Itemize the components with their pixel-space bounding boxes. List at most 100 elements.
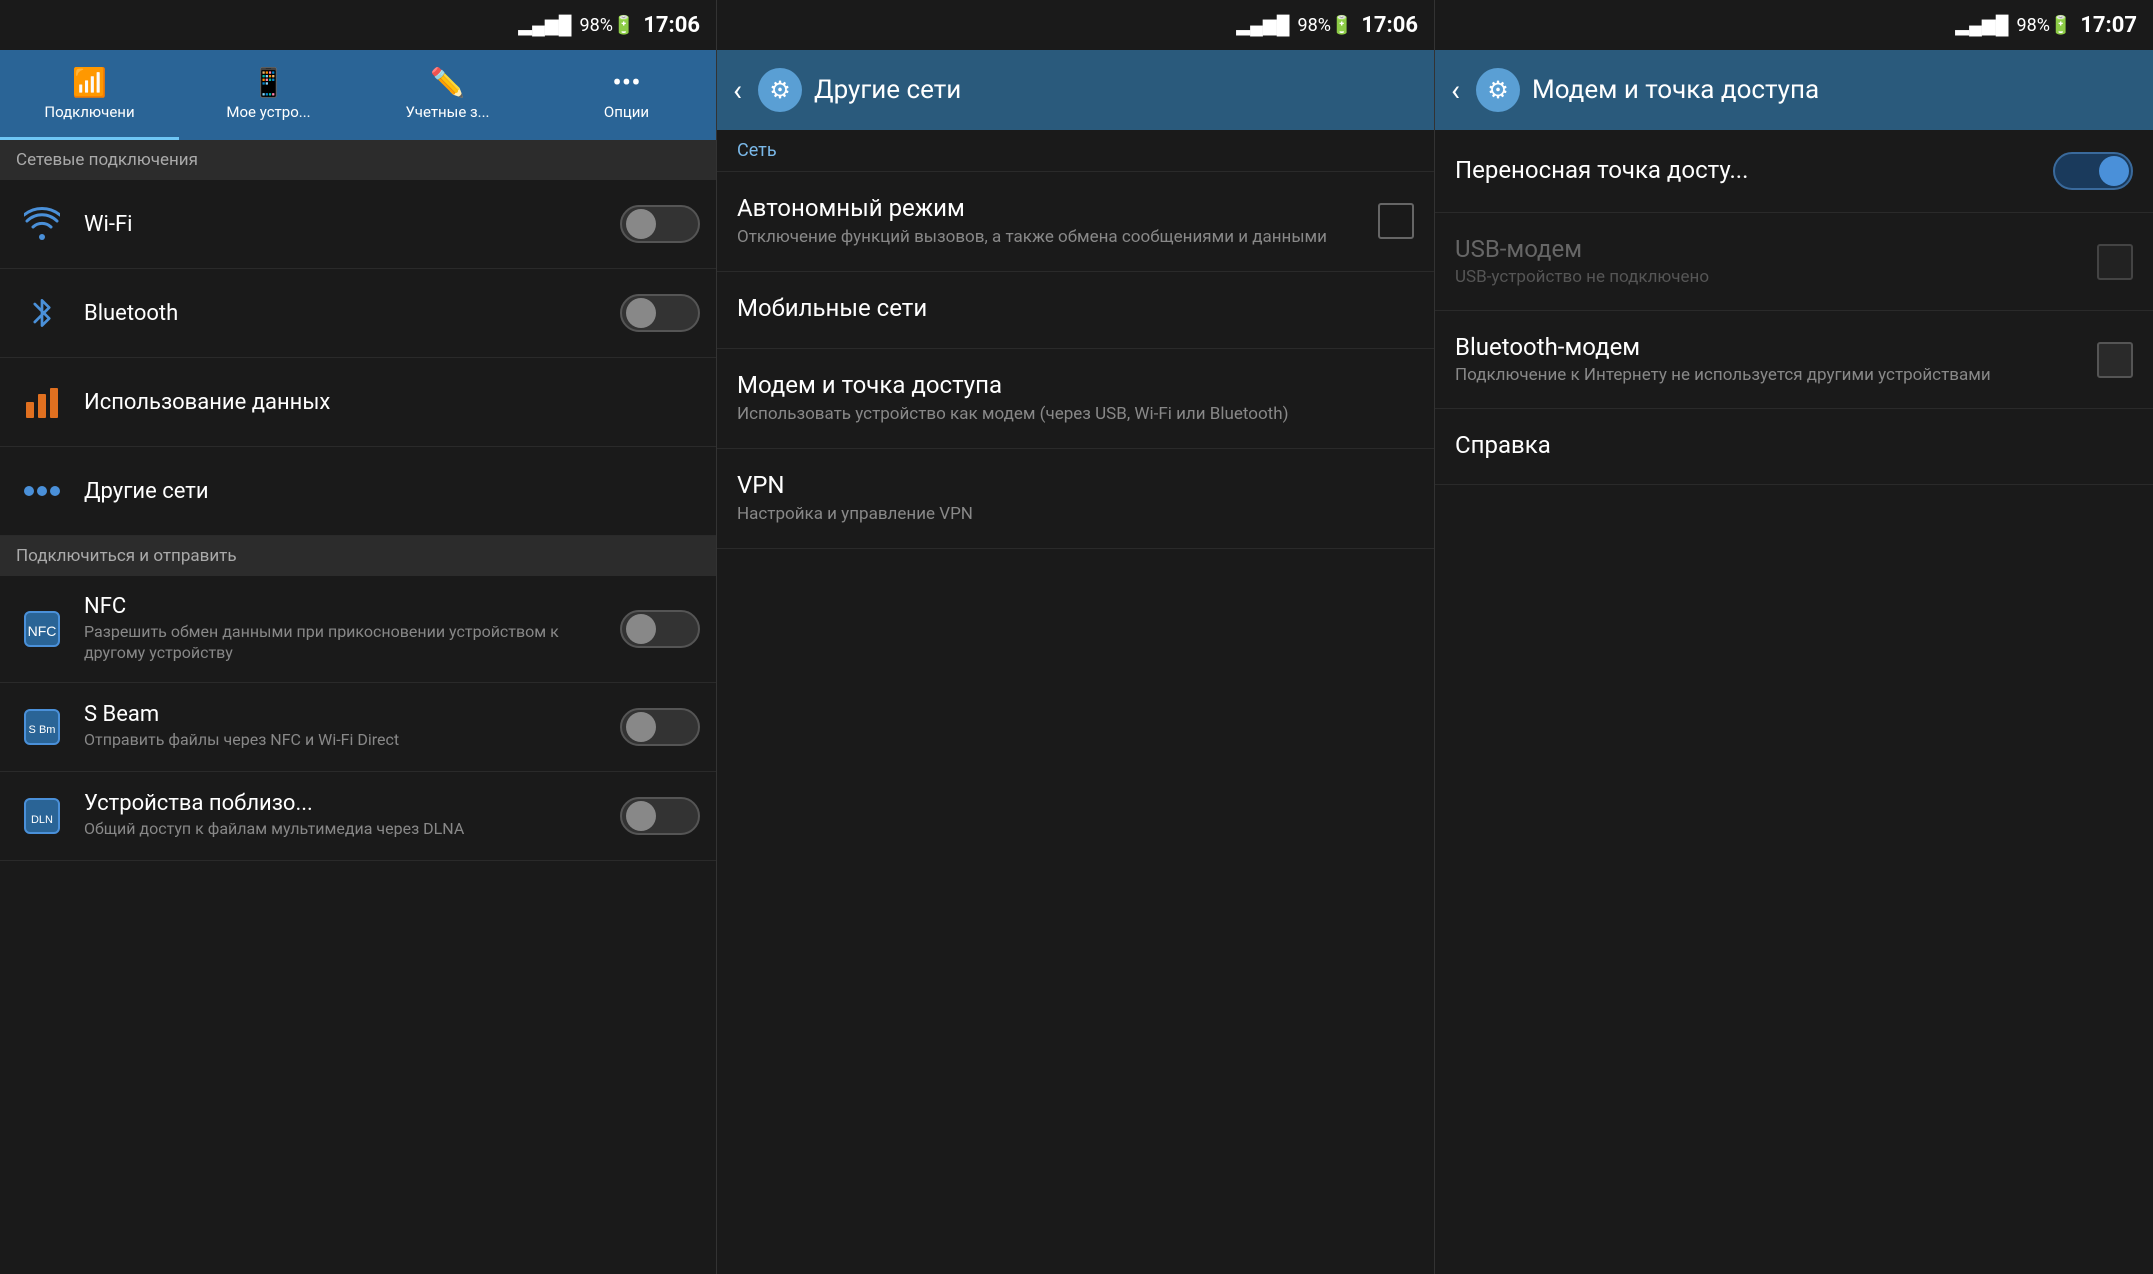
tab-options-icon: ••• <box>612 66 640 99</box>
bluetooth-toggle[interactable] <box>620 294 700 332</box>
usb-modem-title: USB-модем <box>1455 235 2085 263</box>
back-button-right[interactable]: ‹ <box>1451 73 1460 108</box>
nearby-text: Устройства поблизо... Общий доступ к фай… <box>84 791 608 840</box>
net-item-autonomous[interactable]: Автономный режим Отключение функций вызо… <box>717 172 1434 272</box>
tab-options[interactable]: ••• Опции <box>537 50 716 140</box>
settings-item-nfc[interactable]: NFC NFC Разрешить обмен данными при прик… <box>0 576 716 683</box>
modem-hotspot-text: Модем и точка доступа Использовать устро… <box>737 371 1414 426</box>
status-bar-left: ▂▄▆█ 98%🔋 17:06 <box>0 0 716 50</box>
portable-hotspot-title: Переносная точка досту... <box>1455 156 2053 184</box>
wifi-toggle[interactable] <box>620 205 700 243</box>
modem-item-bluetooth[interactable]: Bluetooth-модем Подключение к Интернету … <box>1435 311 2153 409</box>
modem-item-help[interactable]: Справка <box>1435 409 2153 485</box>
settings-item-sbeam[interactable]: S Bm S Beam Отправить файлы через NFC и … <box>0 683 716 772</box>
tab-connections[interactable]: 📶 Подключени <box>0 50 179 140</box>
svg-text:S Bm: S Bm <box>29 724 56 736</box>
middle-panel: ▂▄▆█ 98%🔋 17:06 ‹ ⚙ Другие сети Сеть Авт… <box>717 0 1435 1274</box>
usb-modem-checkbox[interactable] <box>2097 244 2133 280</box>
vpn-subtitle: Настройка и управление VPN <box>737 503 1414 526</box>
tab-connections-label: Подключени <box>44 103 134 121</box>
gear-icon-right: ⚙ <box>1476 68 1520 112</box>
bluetooth-label: Bluetooth <box>84 301 608 326</box>
help-title: Справка <box>1455 431 2133 459</box>
svg-text:DLN: DLN <box>31 814 53 826</box>
left-panel: ▂▄▆█ 98%🔋 17:06 📶 Подключени 📱 Мое устро… <box>0 0 717 1274</box>
data-usage-label: Использование данных <box>84 390 700 415</box>
modem-hotspot-title: Модем и точка доступа <box>737 371 1414 399</box>
section-network: Сетевые подключения <box>0 140 716 180</box>
tab-accounts-icon: ✏️ <box>430 66 465 99</box>
topbar-middle: ‹ ⚙ Другие сети <box>717 50 1434 130</box>
sbeam-icon: S Bm <box>16 701 68 753</box>
tab-accounts[interactable]: ✏️ Учетные з... <box>358 50 537 140</box>
modem-item-usb[interactable]: USB-модем USB-устройство не подключено <box>1435 213 2153 311</box>
modem-item-portable-hotspot[interactable]: Переносная точка досту... <box>1435 130 2153 213</box>
bluetooth-modem-title: Bluetooth-модем <box>1455 333 2085 361</box>
right-panel: ▂▄▆█ 98%🔋 17:07 ‹ ⚙ Модем и точка доступ… <box>1435 0 2153 1274</box>
bluetooth-modem-checkbox[interactable] <box>2097 342 2133 378</box>
svg-text:NFC: NFC <box>28 623 57 639</box>
tab-bar-left: 📶 Подключени 📱 Мое устро... ✏️ Учетные з… <box>0 50 716 140</box>
other-networks-text: Другие сети <box>84 479 700 504</box>
nfc-toggle[interactable] <box>620 610 700 648</box>
tab-my-device[interactable]: 📱 Мое устро... <box>179 50 358 140</box>
battery-right: 98%🔋 <box>2016 15 2072 36</box>
battery-middle: 98%🔋 <box>1297 15 1353 36</box>
settings-item-other-networks[interactable]: Другие сети <box>0 447 716 536</box>
battery-left: 98%🔋 <box>579 15 635 36</box>
usb-modem-text: USB-модем USB-устройство не подключено <box>1455 235 2085 288</box>
settings-item-data-usage[interactable]: Использование данных <box>0 358 716 447</box>
autonomous-checkbox[interactable] <box>1378 203 1414 239</box>
net-item-mobile[interactable]: Мобильные сети <box>717 272 1434 349</box>
net-item-vpn[interactable]: VPN Настройка и управление VPN <box>717 449 1434 549</box>
wifi-text: Wi-Fi <box>84 212 608 237</box>
wifi-label: Wi-Fi <box>84 212 608 237</box>
mobile-title: Мобильные сети <box>737 294 1414 322</box>
bluetooth-modem-text: Bluetooth-модем Подключение к Интернету … <box>1455 333 2085 386</box>
signal-icon-right: ▂▄▆█ <box>1955 15 2008 36</box>
autonomous-title: Автономный режим <box>737 194 1366 222</box>
topbar-right: ‹ ⚙ Модем и точка доступа <box>1435 50 2153 130</box>
net-section-label: Сеть <box>717 130 1434 172</box>
wifi-icon <box>16 198 68 250</box>
vpn-text: VPN Настройка и управление VPN <box>737 471 1414 526</box>
net-item-modem-hotspot[interactable]: Модем и точка доступа Использовать устро… <box>717 349 1434 449</box>
section-connect: Подключиться и отправить <box>0 536 716 576</box>
other-networks-icon <box>16 465 68 517</box>
settings-item-bluetooth[interactable]: Bluetooth <box>0 269 716 358</box>
tab-options-label: Опции <box>604 103 649 121</box>
sbeam-toggle[interactable] <box>620 708 700 746</box>
tab-mydevice-icon: 📱 <box>251 66 286 99</box>
page-title-middle: Другие сети <box>814 75 961 105</box>
tab-mydevice-label: Мое устро... <box>226 103 310 121</box>
nfc-icon: NFC <box>16 603 68 655</box>
back-button-middle[interactable]: ‹ <box>733 73 742 108</box>
sbeam-text: S Beam Отправить файлы через NFC и Wi-Fi… <box>84 702 608 751</box>
signal-icon-middle: ▂▄▆█ <box>1236 15 1289 36</box>
portable-hotspot-text: Переносная точка досту... <box>1455 156 2053 187</box>
mobile-text: Мобильные сети <box>737 294 1414 326</box>
nearby-toggle[interactable] <box>620 797 700 835</box>
tab-accounts-label: Учетные з... <box>406 103 490 121</box>
signal-icon-left: ▂▄▆█ <box>518 15 571 36</box>
nfc-text: NFC Разрешить обмен данными при прикосно… <box>84 594 608 664</box>
sbeam-subtitle: Отправить файлы через NFC и Wi-Fi Direct <box>84 730 608 751</box>
settings-item-wifi[interactable]: Wi-Fi <box>0 180 716 269</box>
bluetooth-modem-subtitle: Подключение к Интернету не используется … <box>1455 364 2085 386</box>
nearby-subtitle: Общий доступ к файлам мультимедиа через … <box>84 819 608 840</box>
time-middle: 17:06 <box>1361 13 1418 38</box>
bluetooth-icon <box>16 287 68 339</box>
settings-item-nearby[interactable]: DLN Устройства поблизо... Общий доступ к… <box>0 772 716 861</box>
portable-hotspot-toggle[interactable] <box>2053 152 2133 190</box>
modem-hotspot-subtitle: Использовать устройство как модем (через… <box>737 403 1414 426</box>
data-usage-text: Использование данных <box>84 390 700 415</box>
gear-icon-middle: ⚙ <box>758 68 802 112</box>
bluetooth-text: Bluetooth <box>84 301 608 326</box>
nearby-label: Устройства поблизо... <box>84 791 608 816</box>
vpn-title: VPN <box>737 471 1414 499</box>
page-title-right: Модем и точка доступа <box>1532 75 1819 105</box>
status-bar-middle: ▂▄▆█ 98%🔋 17:06 <box>717 0 1434 50</box>
tab-connections-icon: 📶 <box>72 66 107 99</box>
help-text: Справка <box>1455 431 2133 462</box>
usb-modem-subtitle: USB-устройство не подключено <box>1455 266 2085 288</box>
